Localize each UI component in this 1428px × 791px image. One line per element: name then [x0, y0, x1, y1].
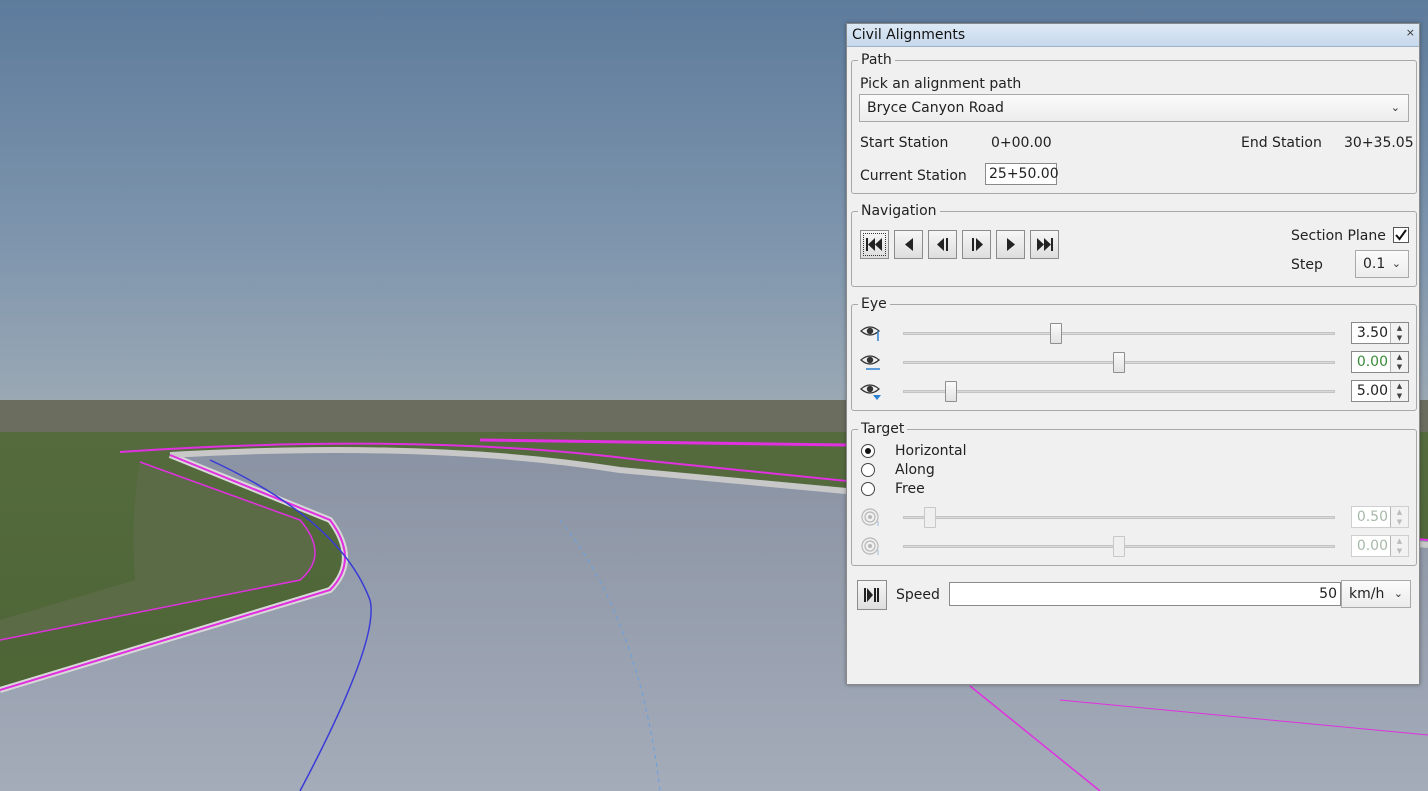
go-to-end-button[interactable]	[1030, 230, 1059, 259]
eye-value-1: 0.00	[1356, 354, 1388, 370]
navigation-legend: Navigation	[861, 203, 937, 219]
pick-path-label: Pick an alignment path	[860, 76, 1022, 92]
target-value-1: 0.00	[1356, 538, 1388, 554]
current-station-label: Current Station	[860, 168, 967, 184]
chevron-down-icon: ⌄	[1391, 257, 1401, 270]
eye-slider-thumb-2[interactable]	[945, 381, 957, 402]
eye-slider-track-0[interactable]	[903, 332, 1335, 335]
spin-arrows-icon[interactable]: ▲ ▼	[1390, 381, 1408, 401]
skip-start-icon	[866, 238, 882, 251]
eye-value-spinbox-1[interactable]: 0.00 ▲ ▼	[1351, 351, 1409, 373]
play-forward-icon	[971, 238, 983, 251]
target-offset-icon	[860, 536, 882, 560]
target-slider-thumb-1[interactable]	[1113, 536, 1125, 557]
start-station-value: 0+00.00	[991, 135, 1052, 151]
option-along-label: Along	[895, 462, 935, 478]
eye-height-icon	[860, 323, 882, 347]
navigation-group: Navigation	[851, 204, 1417, 287]
target-slider-track-0[interactable]	[903, 516, 1335, 519]
eye-group: Eye	[851, 297, 1417, 411]
spin-arrows-icon[interactable]: ▲ ▼	[1390, 536, 1408, 556]
step-back-icon	[904, 238, 913, 251]
play-back-button[interactable]	[928, 230, 957, 259]
step-select[interactable]: 0.1 ⌄	[1355, 250, 1409, 278]
chevron-down-icon: ⌄	[1393, 587, 1403, 600]
eye-value-0: 3.50	[1356, 325, 1388, 341]
eye-value-2: 5.00	[1356, 383, 1388, 399]
eye-value-spinbox-2[interactable]: 5.00 ▲ ▼	[1351, 380, 1409, 402]
skip-end-icon	[1037, 238, 1053, 251]
play-forward-button[interactable]	[962, 230, 991, 259]
radio-along[interactable]	[861, 463, 875, 477]
radio-horizontal[interactable]	[861, 444, 875, 458]
panel-titlebar[interactable]: Civil Alignments ×	[847, 24, 1419, 47]
end-station-label: End Station	[1241, 135, 1322, 151]
speed-label: Speed	[896, 587, 940, 603]
spin-arrows-icon[interactable]: ▲ ▼	[1390, 352, 1408, 372]
alignment-path-select[interactable]: Bryce Canyon Road ⌄	[859, 94, 1409, 122]
speed-unit-select[interactable]: km/h ⌄	[1341, 580, 1411, 608]
target-value-spinbox-0[interactable]: 0.50 ▲ ▼	[1351, 506, 1409, 528]
target-value-spinbox-1[interactable]: 0.00 ▲ ▼	[1351, 535, 1409, 557]
chevron-down-icon: ⌄	[1390, 101, 1400, 114]
target-slider-thumb-0[interactable]	[924, 507, 936, 528]
eye-slider-track-2[interactable]	[903, 390, 1335, 393]
step-value: 0.1	[1363, 256, 1386, 272]
section-plane-checkbox[interactable]	[1393, 227, 1409, 243]
eye-legend: Eye	[861, 296, 887, 312]
target-value-0: 0.50	[1356, 509, 1388, 525]
current-station-input[interactable]: 25+50.00	[985, 163, 1059, 185]
option-free-label: Free	[895, 481, 925, 497]
option-horizontal-label: Horizontal	[895, 443, 967, 459]
speed-input[interactable]: 50	[949, 582, 1341, 606]
target-height-icon	[860, 507, 882, 531]
go-to-start-button[interactable]	[860, 230, 889, 259]
speed-unit-value: km/h	[1349, 586, 1385, 602]
play-back-icon	[936, 238, 948, 251]
target-legend: Target	[861, 421, 905, 437]
step-forward-icon	[1006, 238, 1015, 251]
panel-title: Civil Alignments	[852, 27, 966, 43]
civil-alignments-panel: Civil Alignments × Path Pick an alignmen…	[846, 23, 1420, 685]
eye-slider-thumb-0[interactable]	[1050, 323, 1062, 344]
checkmark-icon	[1395, 229, 1407, 241]
eye-distance-icon	[860, 381, 882, 405]
step-label: Step	[1291, 257, 1323, 273]
step-back-button[interactable]	[894, 230, 923, 259]
close-icon[interactable]: ×	[1406, 26, 1415, 39]
play-pause-button[interactable]	[857, 580, 887, 610]
section-plane-label: Section Plane	[1291, 228, 1386, 244]
eye-value-spinbox-0[interactable]: 3.50 ▲ ▼	[1351, 322, 1409, 344]
eye-slider-thumb-1[interactable]	[1113, 352, 1125, 373]
spin-arrows-icon[interactable]: ▲ ▼	[1390, 323, 1408, 343]
path-legend: Path	[861, 52, 892, 68]
alignment-path-value: Bryce Canyon Road	[867, 100, 1004, 116]
step-forward-button[interactable]	[996, 230, 1025, 259]
radio-free[interactable]	[861, 482, 875, 496]
start-station-label: Start Station	[860, 135, 949, 151]
eye-offset-icon	[860, 352, 882, 376]
play-pause-icon	[864, 588, 879, 602]
end-station-value: 30+35.05	[1344, 135, 1414, 151]
spin-arrows-icon[interactable]: ▲ ▼	[1390, 507, 1408, 527]
